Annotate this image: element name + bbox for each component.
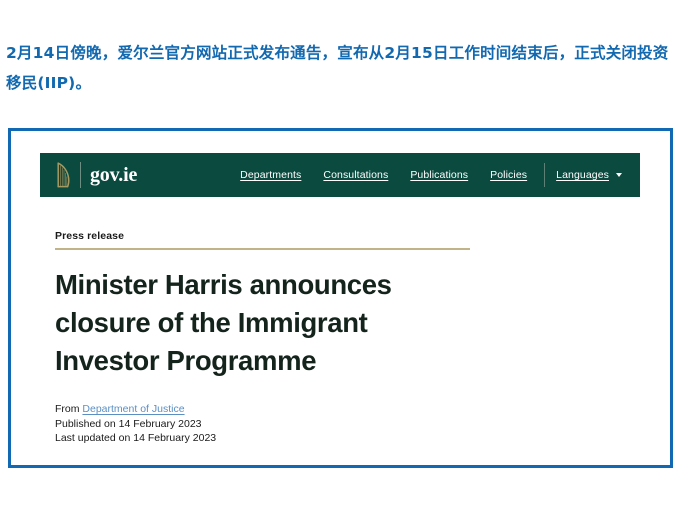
govie-brand[interactable]: gov.ie <box>55 161 137 189</box>
languages-dropdown[interactable]: Languages <box>548 169 632 181</box>
department-link[interactable]: Department of Justice <box>82 403 184 415</box>
metadata-from-row: From Department of Justice <box>55 402 485 417</box>
nav-divider <box>544 163 546 187</box>
metadata-published: Published on 14 February 2023 <box>55 417 202 430</box>
govie-header-bar: gov.ie Departments Consultations Publica… <box>40 153 640 197</box>
harp-icon <box>57 162 70 188</box>
nav-link-departments[interactable]: Departments <box>229 169 312 181</box>
nav-link-languages[interactable]: Languages <box>556 169 613 181</box>
govie-wordmark: gov.ie <box>90 164 138 186</box>
chevron-down-icon <box>616 173 622 177</box>
nav-link-policies[interactable]: Policies <box>479 169 538 181</box>
article-metadata: From Department of Justice Published on … <box>55 402 485 446</box>
metadata-from-prefix: From <box>55 403 83 415</box>
nav-link-publications[interactable]: Publications <box>399 169 479 181</box>
govie-page: gov.ie Departments Consultations Publica… <box>11 131 670 465</box>
press-release-article: Press release Minister Harris announces … <box>55 229 485 446</box>
nav-link-consultations[interactable]: Consultations <box>312 169 399 181</box>
metadata-last-updated: Last updated on 14 February 2023 <box>55 432 217 444</box>
brand-divider <box>80 162 81 188</box>
screenshot-frame: gov.ie Departments Consultations Publica… <box>8 128 673 468</box>
govie-primary-nav: Departments Consultations Publications P… <box>229 153 640 197</box>
kicker-rule <box>55 248 470 250</box>
content-type-label: Press release <box>55 230 125 242</box>
page-title: Minister Harris announces closure of the… <box>55 269 392 376</box>
announcement-caption: 2月14日傍晚，爱尔兰官方网站正式发布通告，宣布从2月15日工作时间结束后，正式… <box>6 43 669 92</box>
